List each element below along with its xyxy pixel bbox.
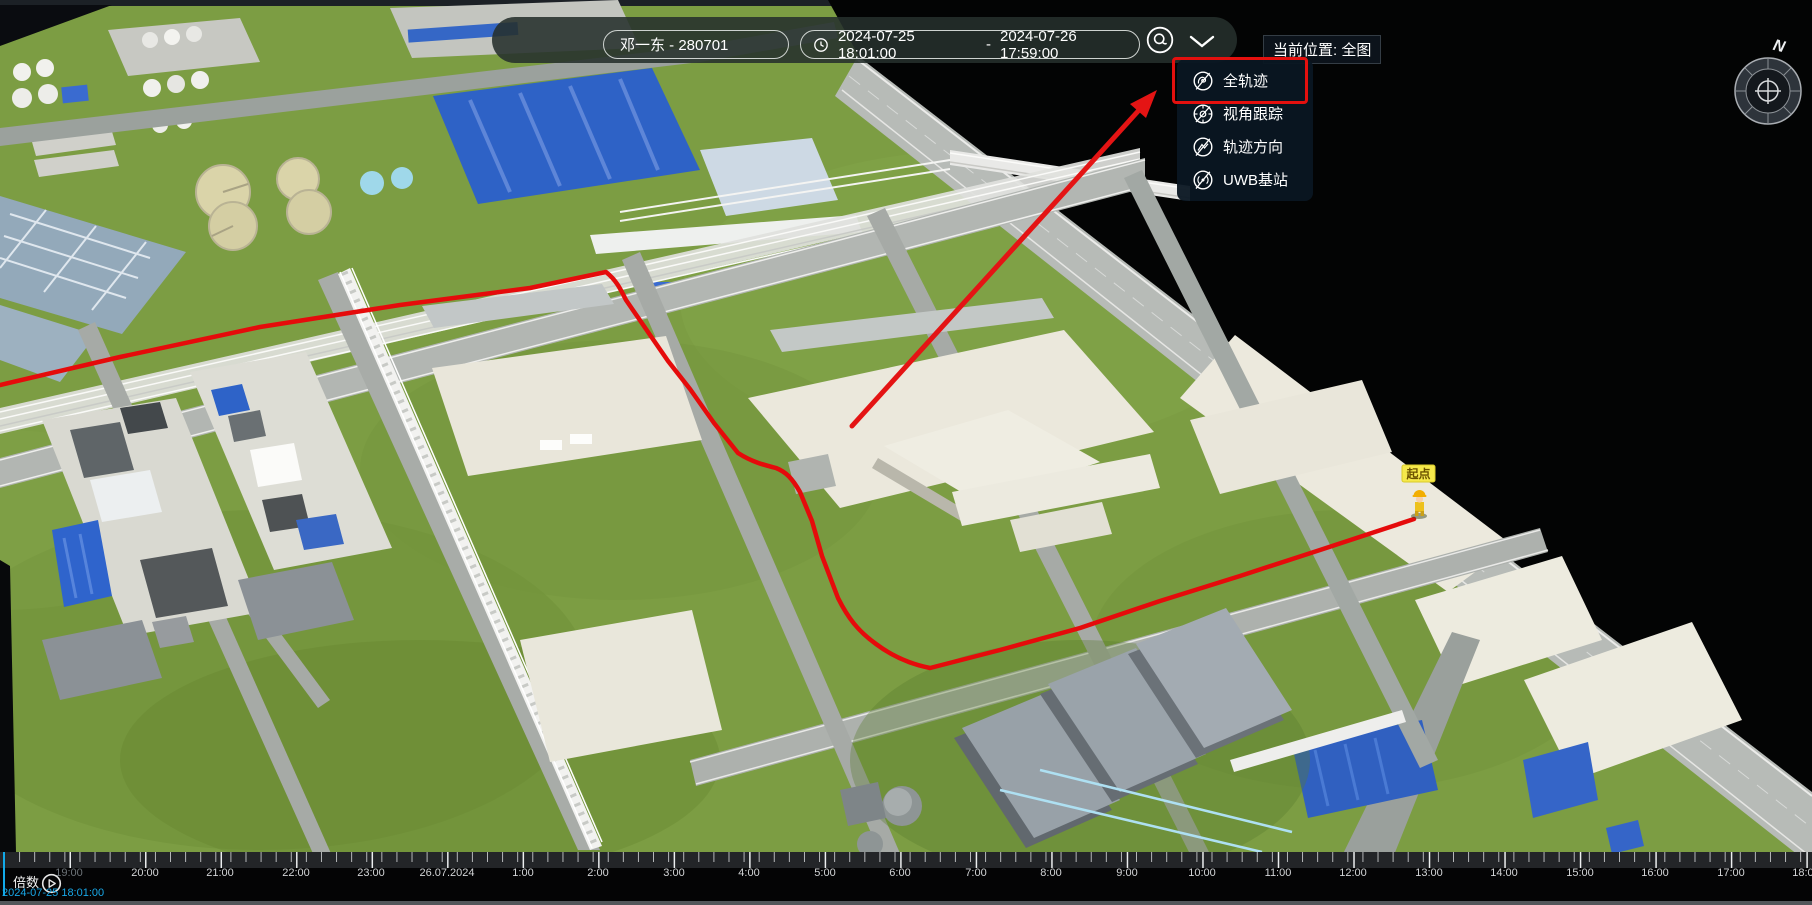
timeline-label: 16:00 bbox=[1641, 867, 1669, 879]
menu-item-full-trajectory[interactable]: 全轨迹 bbox=[1177, 64, 1313, 97]
locate-target-button[interactable] bbox=[1145, 25, 1175, 55]
compass-control[interactable] bbox=[1731, 54, 1805, 128]
timeline-label: 6:00 bbox=[889, 867, 910, 879]
timeline-label: 14:00 bbox=[1490, 867, 1518, 879]
timeline-ticks[interactable] bbox=[0, 852, 1812, 868]
locate-target-icon bbox=[1145, 25, 1175, 55]
time-range-separator: - bbox=[986, 36, 991, 53]
current-playback-time: 2024-07-25 18:01:00 bbox=[2, 887, 104, 899]
timeline-label: 26.07.2024 bbox=[419, 867, 474, 879]
timeline-bar[interactable]: 19:00 20:00 21:00 22:00 23:00 26.07.2024… bbox=[0, 852, 1812, 901]
timeline-label: 5:00 bbox=[814, 867, 835, 879]
view-tracking-icon bbox=[1192, 103, 1214, 125]
timeline-label: 12:00 bbox=[1339, 867, 1367, 879]
timeline-label: 3:00 bbox=[663, 867, 684, 879]
compass-icon bbox=[1731, 54, 1805, 128]
app-screen: 起点 邓一东 - 280701 2024-07-25 18:01:00 - 20… bbox=[0, 0, 1812, 905]
current-location-text: 当前位置: 全图 bbox=[1273, 42, 1371, 59]
uwb-station-icon bbox=[1192, 169, 1214, 191]
menu-item-label: 视角跟踪 bbox=[1223, 103, 1283, 124]
timeline-label: 10:00 bbox=[1188, 867, 1216, 879]
start-marker-label: 起点 bbox=[1405, 466, 1430, 481]
timeline-label: 21:00 bbox=[206, 867, 234, 879]
timeline-label: 13:00 bbox=[1415, 867, 1443, 879]
menu-item-trajectory-direction[interactable]: 轨迹方向 bbox=[1177, 130, 1313, 163]
menu-item-label: 轨迹方向 bbox=[1223, 136, 1283, 157]
chevron-down-icon bbox=[1189, 35, 1215, 49]
timeline-label: 11:00 bbox=[1265, 867, 1292, 879]
person-selector[interactable]: 邓一东 - 280701 bbox=[603, 30, 789, 59]
timeline-label: 7:00 bbox=[965, 867, 986, 879]
timeline-label: 1:00 bbox=[512, 867, 533, 879]
timeline-label: 17:00 bbox=[1717, 867, 1745, 879]
menu-item-label: UWB基站 bbox=[1223, 169, 1288, 190]
timeline-label: 2:00 bbox=[587, 867, 608, 879]
person-selector-value: 邓一东 - 280701 bbox=[620, 34, 728, 55]
clock-icon bbox=[813, 37, 829, 53]
map-3d-scene: 起点 bbox=[0, 0, 1812, 905]
menu-item-uwb-station[interactable]: UWB基站 bbox=[1177, 163, 1313, 196]
timeline-label: 15:00 bbox=[1566, 867, 1594, 879]
timeline-label: 4:00 bbox=[738, 867, 759, 879]
timeline-label: 18:00 bbox=[1792, 867, 1812, 879]
timeline-label: 9:00 bbox=[1116, 867, 1137, 879]
time-range-picker[interactable]: 2024-07-25 18:01:00 - 2024-07-26 17:59:0… bbox=[800, 30, 1140, 59]
menu-item-label: 全轨迹 bbox=[1223, 70, 1268, 91]
timeline-label: 23:00 bbox=[357, 867, 385, 879]
menu-item-view-tracking[interactable]: 视角跟踪 bbox=[1177, 97, 1313, 130]
trajectory-direction-icon bbox=[1192, 136, 1214, 158]
time-range-end: 2024-07-26 17:59:00 bbox=[1000, 28, 1139, 62]
time-range-start: 2024-07-25 18:01:00 bbox=[838, 28, 977, 62]
timeline-label: 22:00 bbox=[282, 867, 310, 879]
trajectory-menu-toggle[interactable] bbox=[1189, 35, 1217, 50]
top-toolbar: 邓一东 - 280701 2024-07-25 18:01:00 - 2024-… bbox=[492, 17, 1237, 63]
timeline-label: 20:00 bbox=[131, 867, 159, 879]
bottom-edge-strip bbox=[0, 901, 1812, 905]
trajectory-menu: 全轨迹 视角跟踪 bbox=[1177, 59, 1313, 201]
full-trajectory-icon bbox=[1192, 70, 1214, 92]
map-3d-viewport[interactable]: 起点 bbox=[0, 0, 1812, 905]
timeline-label: 8:00 bbox=[1040, 867, 1061, 879]
